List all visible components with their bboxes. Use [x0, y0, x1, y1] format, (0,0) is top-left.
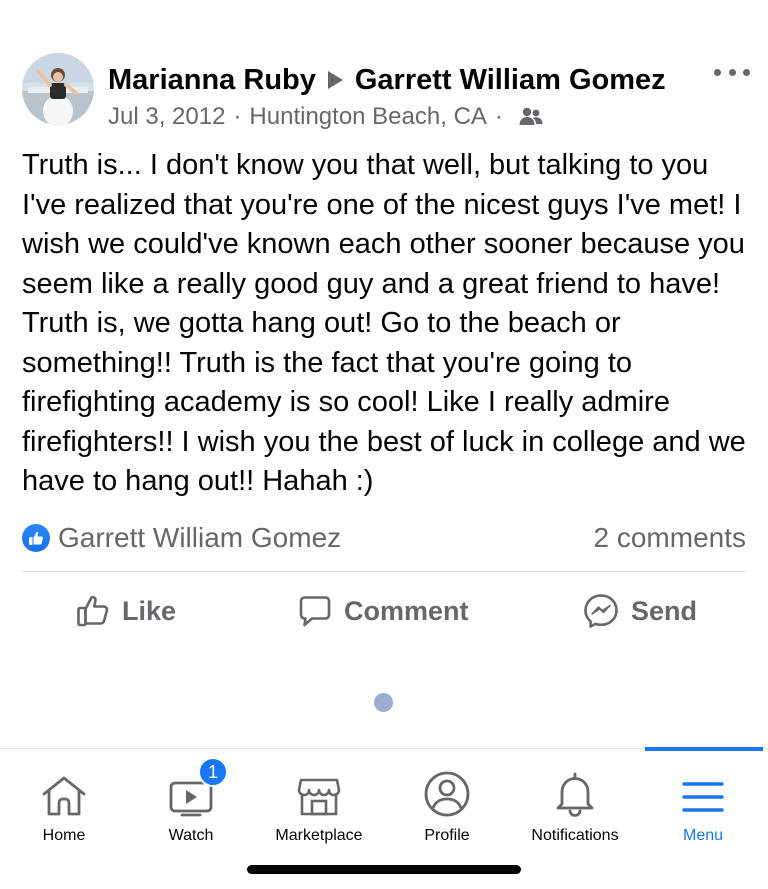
comment-bubble-icon — [299, 596, 331, 627]
like-reaction-icon — [22, 524, 50, 552]
tab-watch[interactable]: 1 Watch — [127, 757, 255, 859]
target-name[interactable]: Garrett William Gomez — [355, 64, 666, 97]
comments-count[interactable]: 2 comments — [594, 522, 747, 554]
hamburger-icon — [681, 763, 725, 817]
messenger-icon — [584, 594, 618, 628]
tab-menu[interactable]: Menu — [639, 763, 767, 859]
video-icon: 1 — [168, 757, 228, 817]
thumbs-up-icon — [77, 595, 109, 627]
home-icon — [41, 763, 87, 817]
active-tab-indicator — [645, 747, 763, 751]
meta-separator: · — [233, 103, 242, 130]
shop-icon — [296, 763, 342, 817]
tab-menu-label: Menu — [682, 827, 724, 844]
tab-watch-label: Watch — [168, 827, 214, 844]
home-indicator — [247, 865, 521, 874]
tab-home[interactable]: Home — [0, 763, 128, 859]
more-options-button[interactable] — [714, 58, 750, 86]
tab-notifications[interactable]: Notifications — [511, 763, 639, 859]
arrow-right-icon — [327, 71, 343, 89]
like-button[interactable]: Like — [76, 585, 176, 637]
tab-home-label: Home — [42, 827, 86, 844]
author-name[interactable]: Marianna Ruby — [108, 64, 316, 97]
post-header: Marianna Ruby Garrett William Gomez — [108, 58, 666, 102]
reactions-summary: Garrett William Gomez 2 comments — [22, 518, 746, 558]
reactions-button[interactable]: Garrett William Gomez — [22, 522, 341, 554]
profile-icon — [424, 763, 470, 817]
comment-label: Comment — [344, 595, 469, 626]
send-label: Send — [631, 595, 698, 626]
avatar[interactable] — [22, 53, 94, 125]
friends-icon — [519, 107, 543, 127]
reactor-names: Garrett William Gomez — [58, 522, 342, 553]
tab-marketplace-label: Marketplace — [275, 827, 363, 844]
send-button[interactable]: Send — [583, 585, 697, 637]
like-label: Like — [122, 595, 177, 626]
post-text: Truth is... I don't know you that well, … — [22, 149, 746, 497]
loading-indicator — [374, 693, 393, 712]
bell-icon — [552, 763, 598, 817]
comment-button[interactable]: Comment — [298, 585, 469, 637]
meta-separator: · — [494, 103, 503, 130]
tab-profile[interactable]: Profile — [383, 763, 511, 859]
post-location[interactable]: Huntington Beach, CA — [249, 103, 486, 131]
post-meta: Jul 3, 2012 · Huntington Beach, CA · — [108, 100, 543, 134]
more-horizontal-icon — [714, 68, 721, 76]
watch-badge: 1 — [198, 757, 228, 787]
tab-notifications-label: Notifications — [531, 827, 619, 844]
tab-marketplace[interactable]: Marketplace — [255, 763, 383, 859]
post-date[interactable]: Jul 3, 2012 — [108, 103, 225, 131]
divider — [22, 571, 746, 572]
tab-profile-label: Profile — [424, 827, 470, 844]
post-actions: Like Comment Send — [0, 585, 768, 637]
